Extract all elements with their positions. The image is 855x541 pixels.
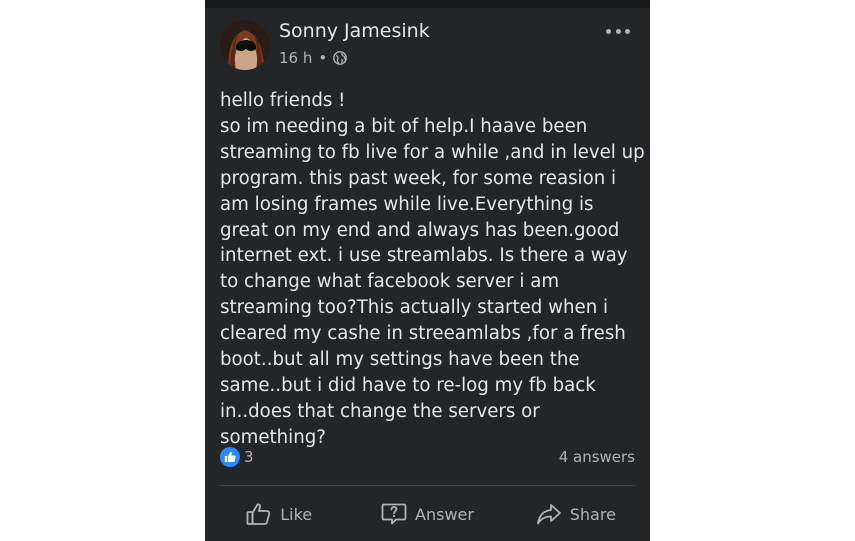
answer-button[interactable]: Answer — [353, 496, 501, 532]
like-label: Like — [280, 504, 313, 524]
more-dot — [615, 28, 621, 34]
post-time[interactable]: 16 h — [279, 49, 312, 67]
post-card: Sonny Jamesink 16 h • hello friends ! so… — [205, 0, 650, 541]
top-edge — [205, 0, 650, 8]
action-bar: Like Answer Share — [205, 496, 650, 532]
author-name[interactable]: Sonny Jamesink — [279, 20, 430, 42]
answer-label: Answer — [415, 504, 474, 524]
more-dot — [625, 28, 630, 34]
share-label: Share — [569, 504, 616, 524]
answers-count[interactable]: 4 answers — [559, 448, 635, 466]
reactions-summary[interactable]: 3 — [220, 447, 254, 467]
avatar[interactable] — [220, 20, 270, 70]
post-meta: 16 h • — [279, 49, 348, 67]
page: Sonny Jamesink 16 h • hello friends ! so… — [0, 0, 855, 541]
more-options-button[interactable] — [606, 24, 630, 38]
globe-icon — [333, 51, 348, 65]
like-button[interactable]: Like — [205, 496, 353, 532]
meta-separator: • — [318, 49, 328, 67]
thumbs-up-icon — [246, 502, 272, 526]
post-body: hello friends ! so im needing a bit of h… — [220, 90, 645, 448]
share-button[interactable]: Share — [502, 496, 650, 532]
more-horizontal-icon — [606, 28, 611, 34]
divider — [220, 485, 635, 486]
share-arrow-icon — [536, 502, 562, 526]
reaction-count: 3 — [244, 448, 254, 466]
like-reaction-icon — [220, 447, 240, 467]
question-bubble-icon — [381, 502, 407, 526]
